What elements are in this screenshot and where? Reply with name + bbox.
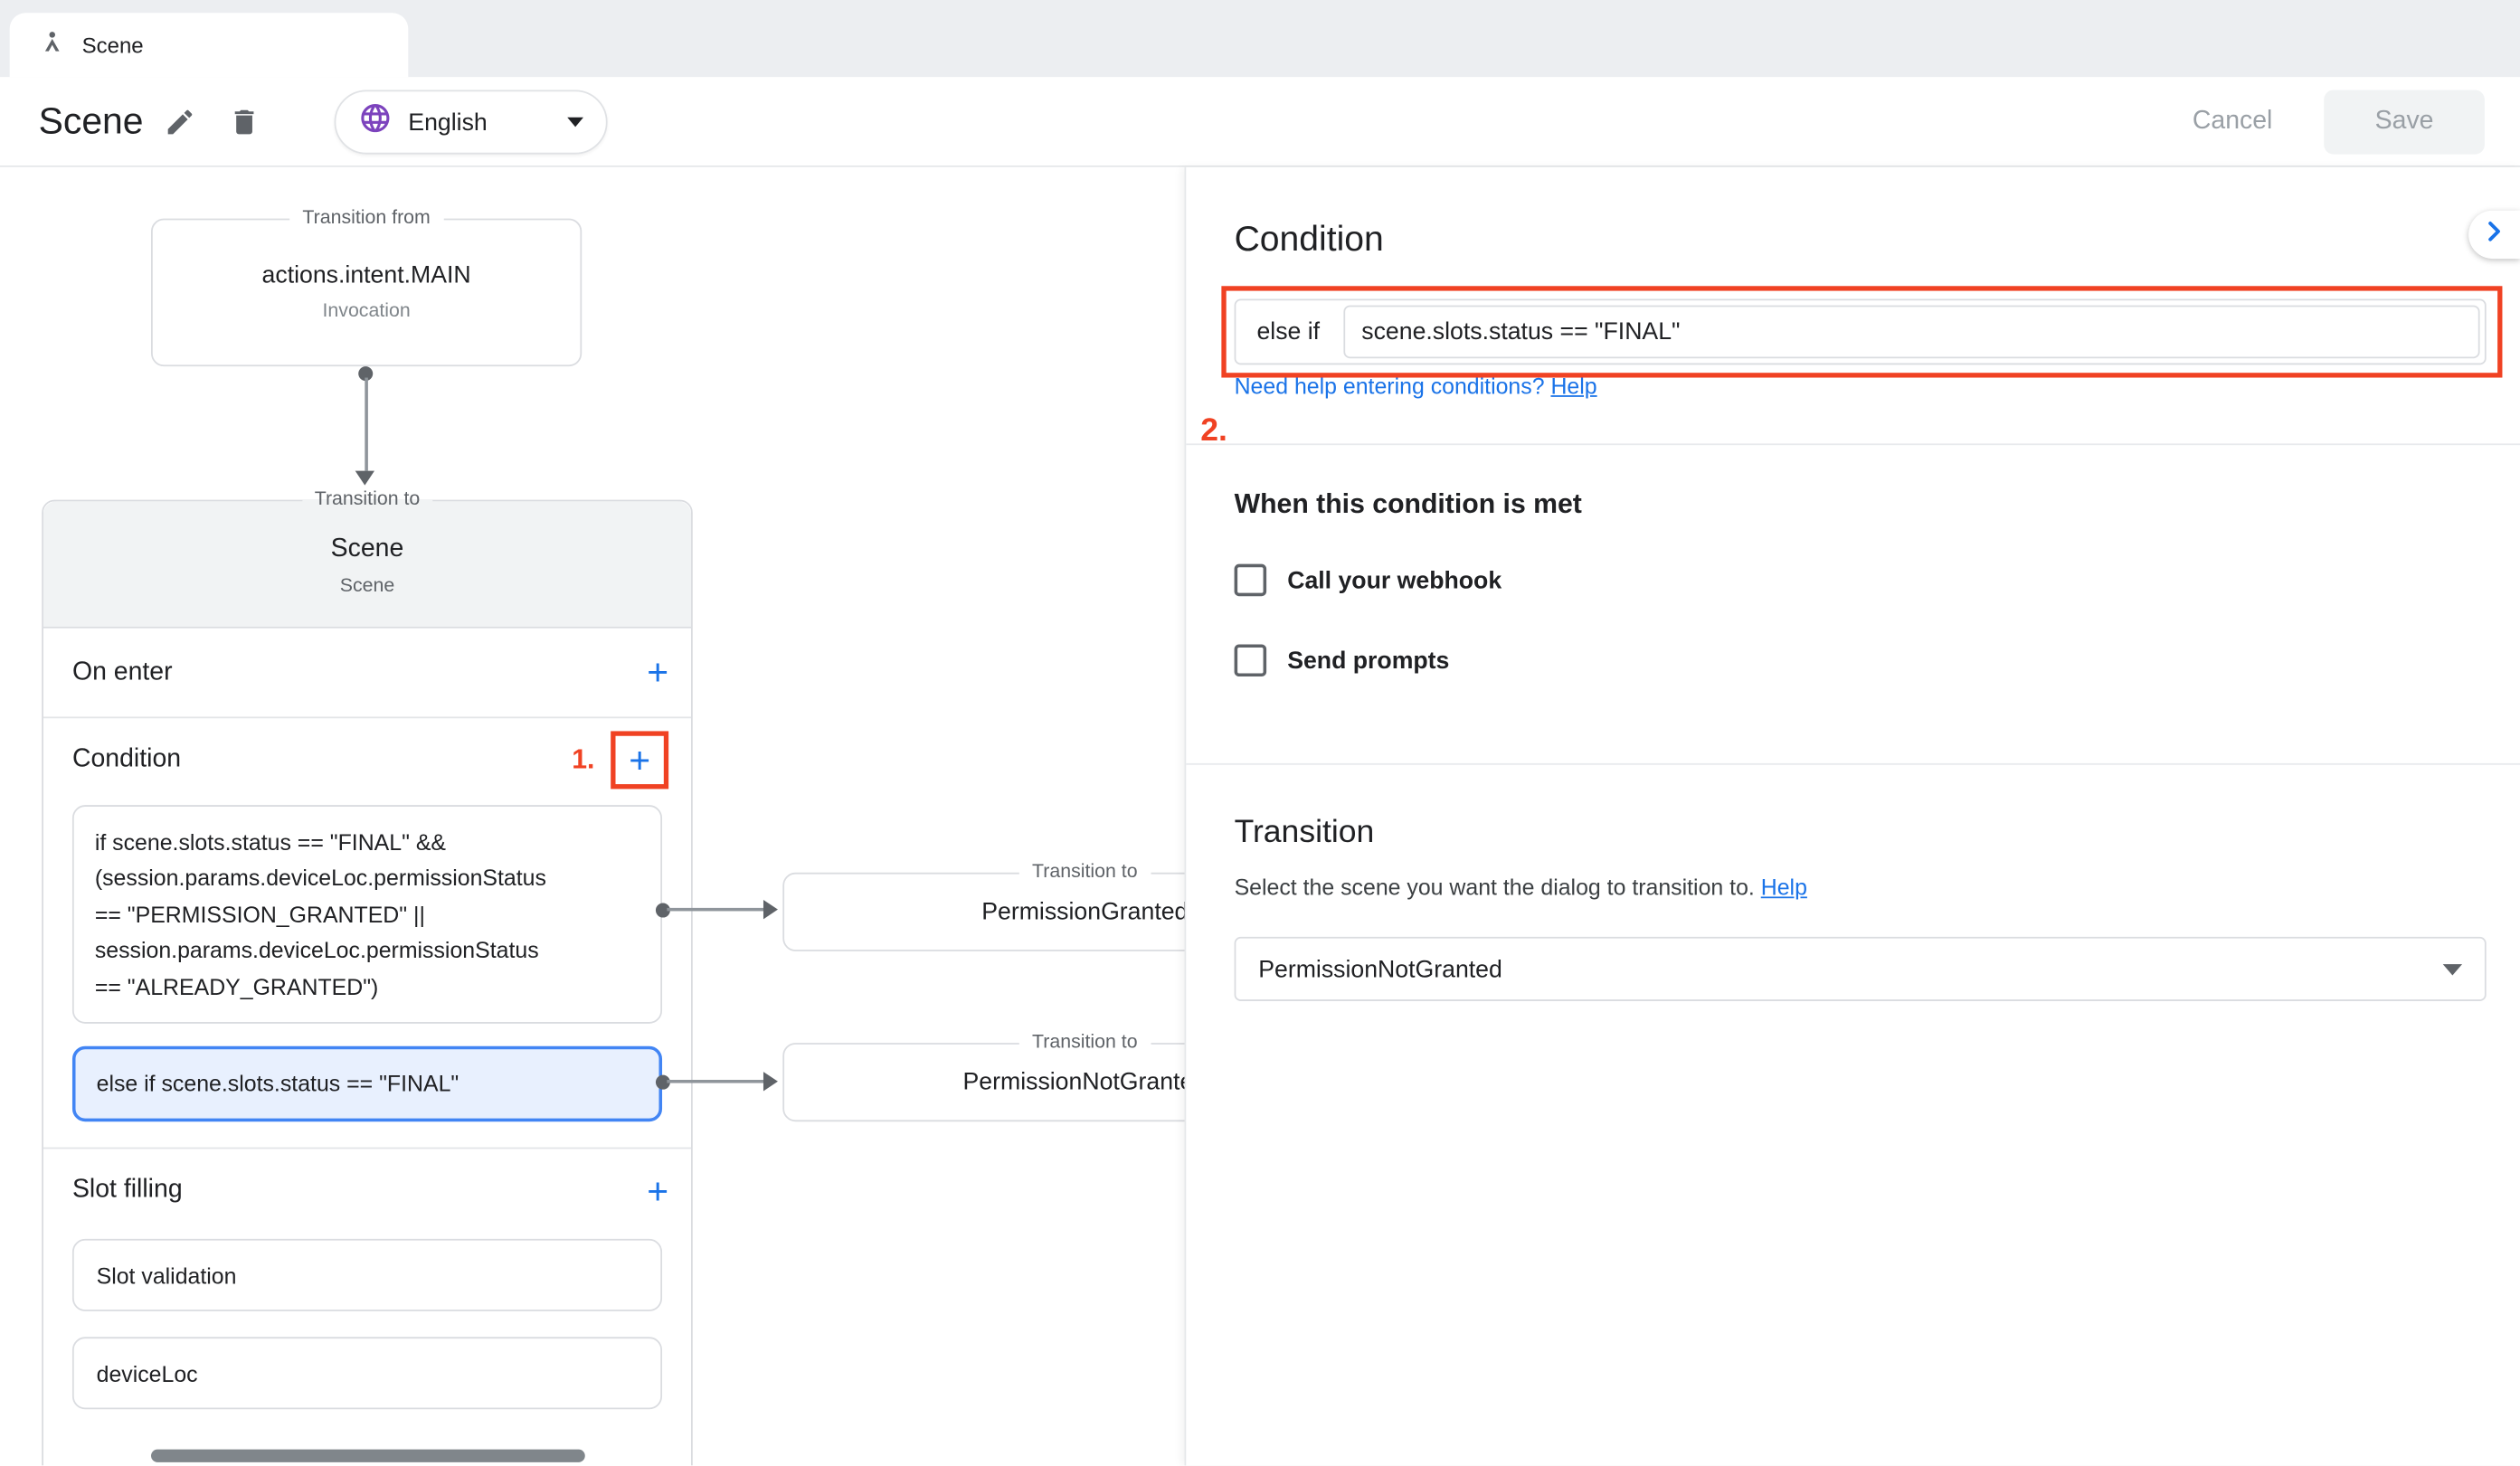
header: Scene English Cancel Save: [0, 77, 2520, 167]
transition-scene-dropdown[interactable]: PermissionNotGranted: [1235, 937, 2487, 1001]
webhook-checkbox-row: Call your webhook: [1235, 564, 1502, 597]
connector-line: [667, 908, 766, 912]
panel-divider: [1186, 763, 2520, 765]
condition-heading: Condition: [1235, 219, 1384, 260]
annotation-step-1: 1.: [572, 744, 594, 777]
chevron-right-icon: [2478, 214, 2511, 254]
on-enter-label: On enter: [72, 658, 647, 687]
tab-scene[interactable]: Scene: [10, 13, 409, 77]
flow-canvas: Transition from actions.intent.MAIN Invo…: [0, 167, 1184, 1466]
transition-from-legend: Transition from: [289, 205, 443, 228]
condition-item-2-selected[interactable]: else if scene.slots.status == "FINAL": [72, 1046, 662, 1122]
condition-expression-input[interactable]: [1344, 306, 2480, 359]
condition-help-text: Need help entering conditions? Help: [1235, 373, 1597, 398]
add-on-enter-icon[interactable]: +: [647, 654, 668, 691]
send-prompts-label[interactable]: Send prompts: [1287, 647, 1449, 674]
on-enter-section: On enter +: [43, 629, 691, 719]
slot-item-validation[interactable]: Slot validation: [72, 1239, 662, 1311]
arrow-down-icon: [355, 471, 374, 486]
collapse-panel-button[interactable]: [2468, 211, 2520, 259]
tab-bar: Scene: [0, 0, 2520, 77]
help-prefix: Need help entering conditions?: [1235, 373, 1551, 398]
arrow-right-icon: [763, 900, 778, 919]
target-node-permission-granted[interactable]: Transition to PermissionGranted: [782, 873, 1184, 951]
call-webhook-checkbox[interactable]: [1235, 564, 1267, 597]
actions-logo-icon: [39, 27, 66, 62]
transition-to-legend: Transition to: [302, 487, 433, 509]
cancel-button[interactable]: Cancel: [2193, 108, 2273, 137]
scene-node-title: Scene: [43, 501, 691, 563]
call-webhook-label[interactable]: Call your webhook: [1287, 566, 1502, 593]
condition-help-link[interactable]: Help: [1550, 373, 1596, 398]
target-scene-name: PermissionNotGranted: [963, 1069, 1185, 1096]
language-selector[interactable]: English: [335, 90, 608, 155]
connector-line: [667, 1080, 766, 1083]
page-title: Scene: [39, 99, 144, 143]
arrow-right-icon: [763, 1072, 778, 1091]
language-label: English: [408, 109, 551, 136]
scene-node-header[interactable]: Scene Scene: [43, 501, 691, 628]
condition-section-header: Condition 1. +: [43, 718, 691, 801]
pencil-icon: [164, 105, 196, 145]
target-node-permission-not-granted[interactable]: Transition to PermissionNotGranted: [782, 1043, 1184, 1121]
slot-filling-section-header: Slot filling +: [43, 1149, 691, 1232]
chevron-down-icon: [2443, 963, 2462, 974]
edit-scene-button[interactable]: [161, 106, 200, 145]
slot-filling-label: Slot filling: [72, 1177, 647, 1206]
condition-item-1[interactable]: if scene.slots.status == "FINAL" && (ses…: [72, 805, 662, 1024]
transition-to-legend: Transition to: [1019, 860, 1151, 883]
connector-line: [365, 378, 368, 471]
transition-help-link[interactable]: Help: [1761, 875, 1807, 900]
transition-to-legend: Transition to: [1019, 1030, 1151, 1053]
horizontal-scrollbar-thumb[interactable]: [151, 1450, 585, 1462]
condition-section-label: Condition: [72, 745, 572, 774]
globe-icon: [358, 101, 392, 143]
prompts-checkbox-row: Send prompts: [1235, 644, 1450, 676]
transition-heading: Transition: [1235, 815, 1375, 852]
intent-type: Invocation: [153, 298, 581, 321]
target-scene-name: PermissionGranted: [981, 898, 1184, 925]
trash-icon: [228, 105, 261, 145]
annotation-highlight-box-1: +: [611, 731, 668, 789]
chevron-down-icon: [567, 118, 583, 128]
add-slot-icon[interactable]: +: [647, 1172, 668, 1209]
transition-from-node[interactable]: Transition from actions.intent.MAIN Invo…: [151, 219, 582, 366]
delete-scene-button[interactable]: [225, 106, 264, 145]
transition-scene-value: PermissionNotGranted: [1258, 955, 2442, 982]
panel-divider: [1186, 443, 2520, 445]
condition-editor-row: else if: [1235, 298, 2487, 364]
save-button[interactable]: Save: [2324, 90, 2485, 155]
app-window: Scene Scene English Cancel Save Tr: [0, 0, 2520, 1465]
when-condition-met-heading: When this condition is met: [1235, 488, 1582, 521]
transition-description: Select the scene you want the dialog to …: [1235, 875, 1807, 900]
intent-name: actions.intent.MAIN: [153, 262, 581, 289]
slot-item-deviceloc[interactable]: deviceLoc: [72, 1337, 662, 1409]
scene-node-subtitle: Scene: [43, 573, 691, 596]
send-prompts-checkbox[interactable]: [1235, 644, 1267, 676]
add-condition-icon[interactable]: +: [629, 742, 650, 779]
tab-label: Scene: [82, 33, 144, 57]
condition-operator-select[interactable]: else if: [1236, 318, 1341, 345]
transition-description-text: Select the scene you want the dialog to …: [1235, 875, 1761, 900]
scene-node: Transition to Scene Scene On enter + Con…: [42, 500, 693, 1466]
details-panel: Condition 2. else if Need help entering …: [1184, 167, 2520, 1466]
